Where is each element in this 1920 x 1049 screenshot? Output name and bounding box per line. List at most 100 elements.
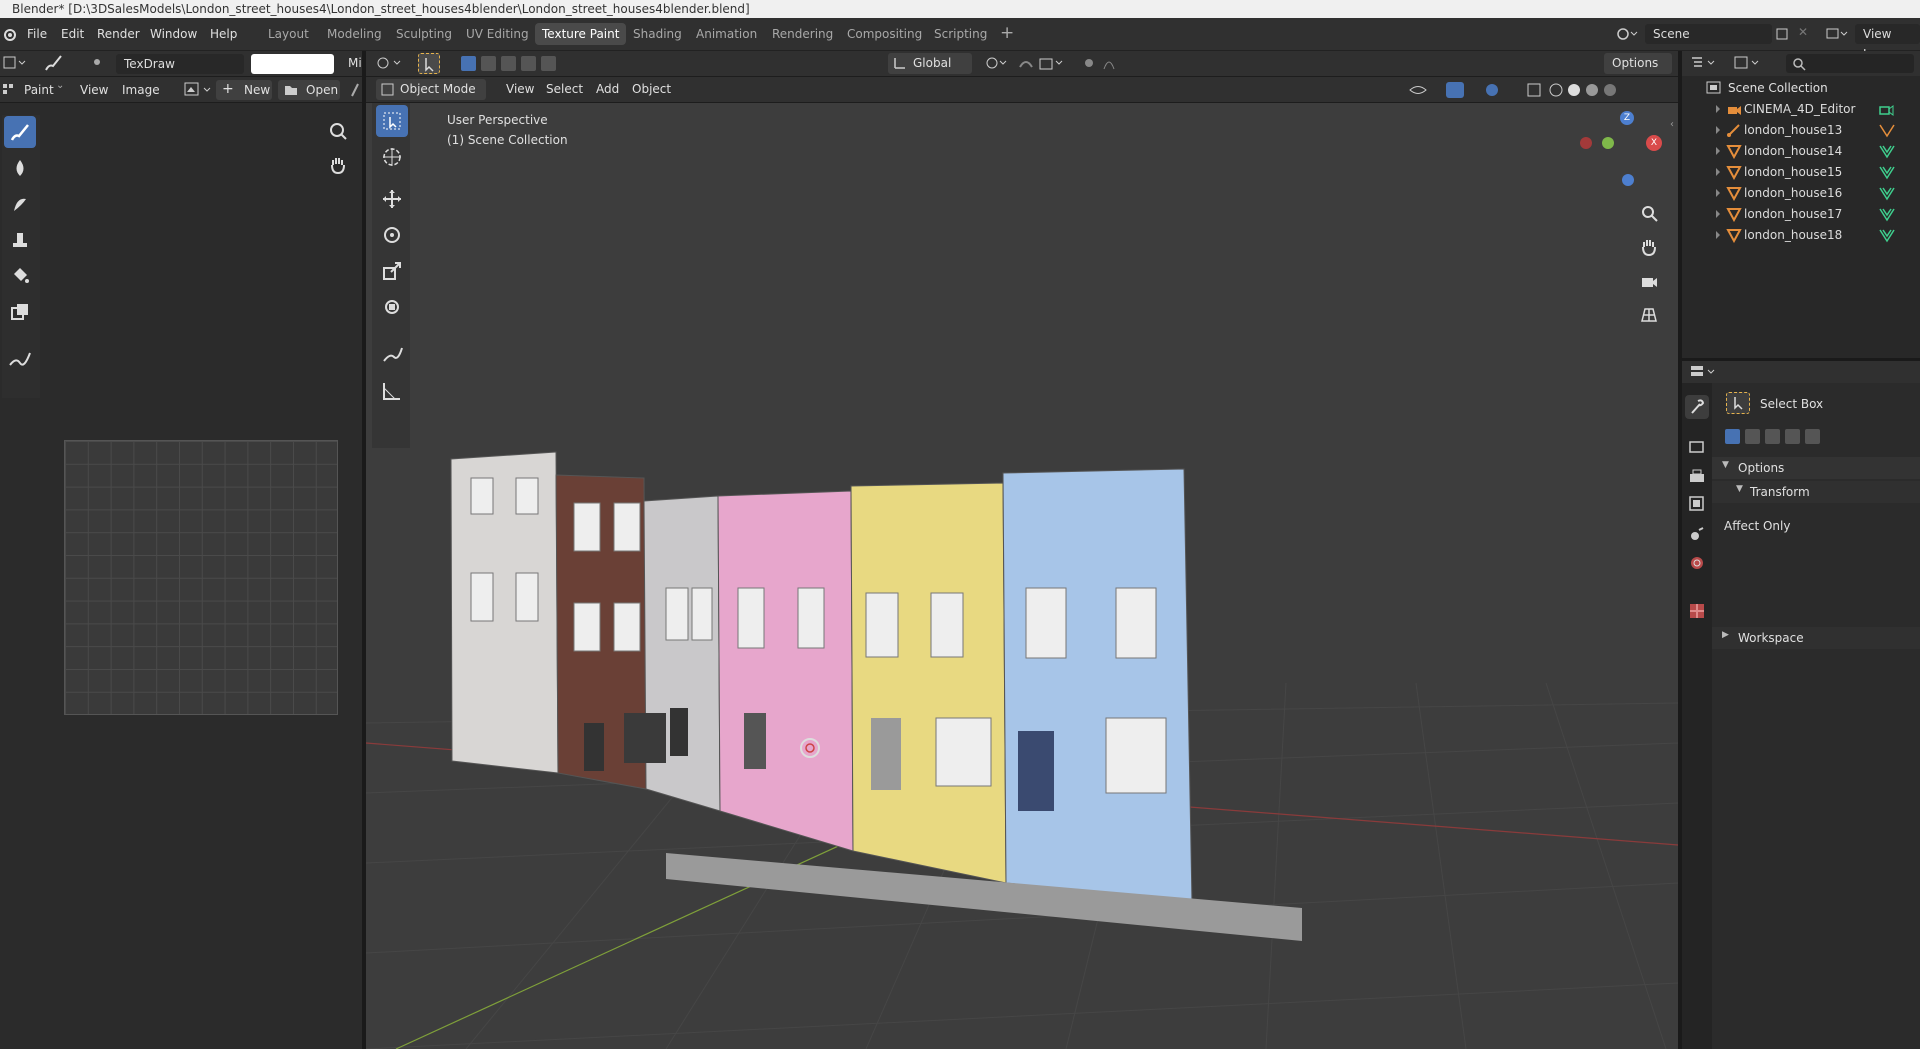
tab-compositing[interactable]: Compositing xyxy=(847,27,922,41)
mode-selector[interactable]: Object Mode xyxy=(376,79,486,100)
open-image-button[interactable]: Open xyxy=(278,80,340,100)
house-facade[interactable] xyxy=(643,495,721,812)
house-facade[interactable] xyxy=(1002,468,1193,904)
mask-tool[interactable] xyxy=(4,296,36,328)
transform-tool[interactable] xyxy=(376,291,408,323)
new-scene-icon[interactable] xyxy=(1775,27,1789,41)
viewport-menu-view[interactable]: View xyxy=(506,82,534,96)
annotate-viewport-tool[interactable] xyxy=(376,339,408,371)
outliner-root[interactable]: Scene Collection xyxy=(1682,78,1912,99)
house-facade[interactable] xyxy=(850,482,1007,884)
mode-dropdown[interactable]: Paint xyxy=(24,83,54,97)
pan-button[interactable] xyxy=(322,149,354,181)
tab-rendering[interactable]: Rendering xyxy=(772,27,833,41)
pin-icon[interactable] xyxy=(349,82,361,98)
brush-name-field[interactable]: TexDraw xyxy=(116,54,244,74)
ortho-toggle-button[interactable] xyxy=(1635,301,1663,329)
selection-mode-icons[interactable] xyxy=(460,55,560,72)
viewport-menu-select[interactable]: Select xyxy=(546,82,583,96)
properties-editor-type-icon[interactable] xyxy=(1690,364,1718,380)
output-tab-icon[interactable] xyxy=(1689,468,1705,484)
gizmo-neg-x[interactable] xyxy=(1580,137,1592,149)
view-layer-icon[interactable] xyxy=(1826,26,1848,42)
rotate-tool[interactable] xyxy=(376,219,408,251)
editor-type-icon[interactable] xyxy=(3,55,29,71)
transform-orientation-dropdown[interactable]: Global xyxy=(888,53,972,74)
expand-icon[interactable] xyxy=(1716,210,1720,218)
options-panel-header[interactable]: ▼ Options xyxy=(1712,457,1920,479)
brush-color-swatch[interactable] xyxy=(251,54,334,74)
snapping-controls[interactable] xyxy=(984,55,1184,72)
viewport-pan-button[interactable] xyxy=(1635,233,1663,261)
tab-texture-paint[interactable]: Texture Paint xyxy=(535,23,627,45)
uv-grid[interactable] xyxy=(64,440,338,715)
expand-icon[interactable] xyxy=(1716,126,1720,134)
outliner-editor-type-icon[interactable] xyxy=(1690,55,1718,71)
menu-render[interactable]: Render xyxy=(97,27,140,41)
outliner-item[interactable]: london_house18 xyxy=(1682,225,1912,246)
tab-scripting[interactable]: Scripting xyxy=(934,27,987,41)
scene-tab-icon[interactable] xyxy=(1689,526,1705,542)
gizmo-z[interactable]: Z xyxy=(1620,111,1634,125)
clone-tool[interactable] xyxy=(4,224,36,256)
expand-icon[interactable] xyxy=(1716,147,1720,155)
expand-icon[interactable] xyxy=(1716,168,1720,176)
scene-field[interactable]: Scene xyxy=(1645,24,1772,44)
house-facade[interactable] xyxy=(717,490,854,852)
expand-icon[interactable] xyxy=(1716,189,1720,197)
new-image-button[interactable]: + New xyxy=(216,80,272,100)
add-workspace-icon[interactable]: + xyxy=(1000,23,1014,43)
tool-mode-icons[interactable] xyxy=(1724,428,1824,445)
soften-tool[interactable] xyxy=(4,152,36,184)
menu-edit[interactable]: Edit xyxy=(61,27,84,41)
smear-tool[interactable] xyxy=(4,188,36,220)
outliner-item[interactable]: london_house16 xyxy=(1682,183,1912,204)
world-tab-icon[interactable] xyxy=(1689,555,1705,571)
viewport-zoom-button[interactable] xyxy=(1635,199,1663,227)
draw-brush-tool[interactable] xyxy=(4,116,36,148)
outliner-item[interactable]: CINEMA_4D_Editor xyxy=(1682,99,1912,120)
navigation-gizmo[interactable]: Z X xyxy=(1566,103,1662,186)
move-tool[interactable] xyxy=(376,183,408,215)
scale-tool[interactable] xyxy=(376,255,408,287)
display-mode-icon[interactable] xyxy=(1734,55,1762,71)
expand-icon[interactable] xyxy=(1716,105,1720,113)
annotate-tool[interactable] xyxy=(4,344,36,376)
viewport-editor-type-icon[interactable] xyxy=(376,55,404,71)
select-box-tool[interactable] xyxy=(376,105,408,137)
zoom-button[interactable] xyxy=(322,115,354,147)
camera-view-button[interactable] xyxy=(1635,267,1663,295)
viewport-shading-controls[interactable] xyxy=(1406,81,1676,99)
tab-shading[interactable]: Shading xyxy=(633,27,682,41)
view-layer-tab-icon[interactable] xyxy=(1689,496,1705,512)
transform-subpanel-header[interactable]: ▼ Transform xyxy=(1712,481,1920,503)
expand-icon[interactable] xyxy=(1716,231,1720,239)
3d-viewport[interactable]: User Perspective (1) Scene Collection Z … xyxy=(366,103,1678,1049)
outliner-item[interactable]: london_house17 xyxy=(1682,204,1912,225)
cursor-tool[interactable] xyxy=(376,141,408,173)
scene-icon[interactable] xyxy=(1616,26,1638,42)
blender-logo-icon[interactable] xyxy=(2,27,16,41)
gizmo-x[interactable]: X xyxy=(1646,135,1662,151)
image-browse-icon[interactable] xyxy=(184,81,214,98)
viewport-menu-object[interactable]: Object xyxy=(632,82,671,96)
options-dropdown[interactable]: Options xyxy=(1604,53,1672,74)
menu-file[interactable]: File xyxy=(27,27,47,41)
view-layer-field[interactable]: View Layer xyxy=(1855,24,1920,61)
menu-window[interactable]: Window xyxy=(150,27,197,41)
fill-tool[interactable] xyxy=(4,260,36,292)
active-tool-icon[interactable] xyxy=(1726,392,1750,414)
tab-uv-editing[interactable]: UV Editing xyxy=(466,27,529,41)
select-tool-indicator[interactable] xyxy=(418,53,440,74)
workspace-panel-header[interactable]: ▶ Workspace xyxy=(1712,627,1920,649)
menu-view[interactable]: View xyxy=(80,83,108,97)
tab-layout[interactable]: Layout xyxy=(268,27,309,41)
unlink-scene-icon[interactable]: ✕ xyxy=(1798,25,1808,39)
tab-animation[interactable]: Animation xyxy=(696,27,757,41)
tool-tab[interactable] xyxy=(1685,395,1709,419)
sidebar-toggle-icon[interactable]: ‹ xyxy=(1670,119,1674,130)
image-editor-canvas[interactable] xyxy=(0,103,362,1049)
gizmo-neg-z[interactable] xyxy=(1622,174,1634,186)
texture-tab-icon[interactable] xyxy=(1689,603,1705,619)
tab-modeling[interactable]: Modeling xyxy=(327,27,382,41)
